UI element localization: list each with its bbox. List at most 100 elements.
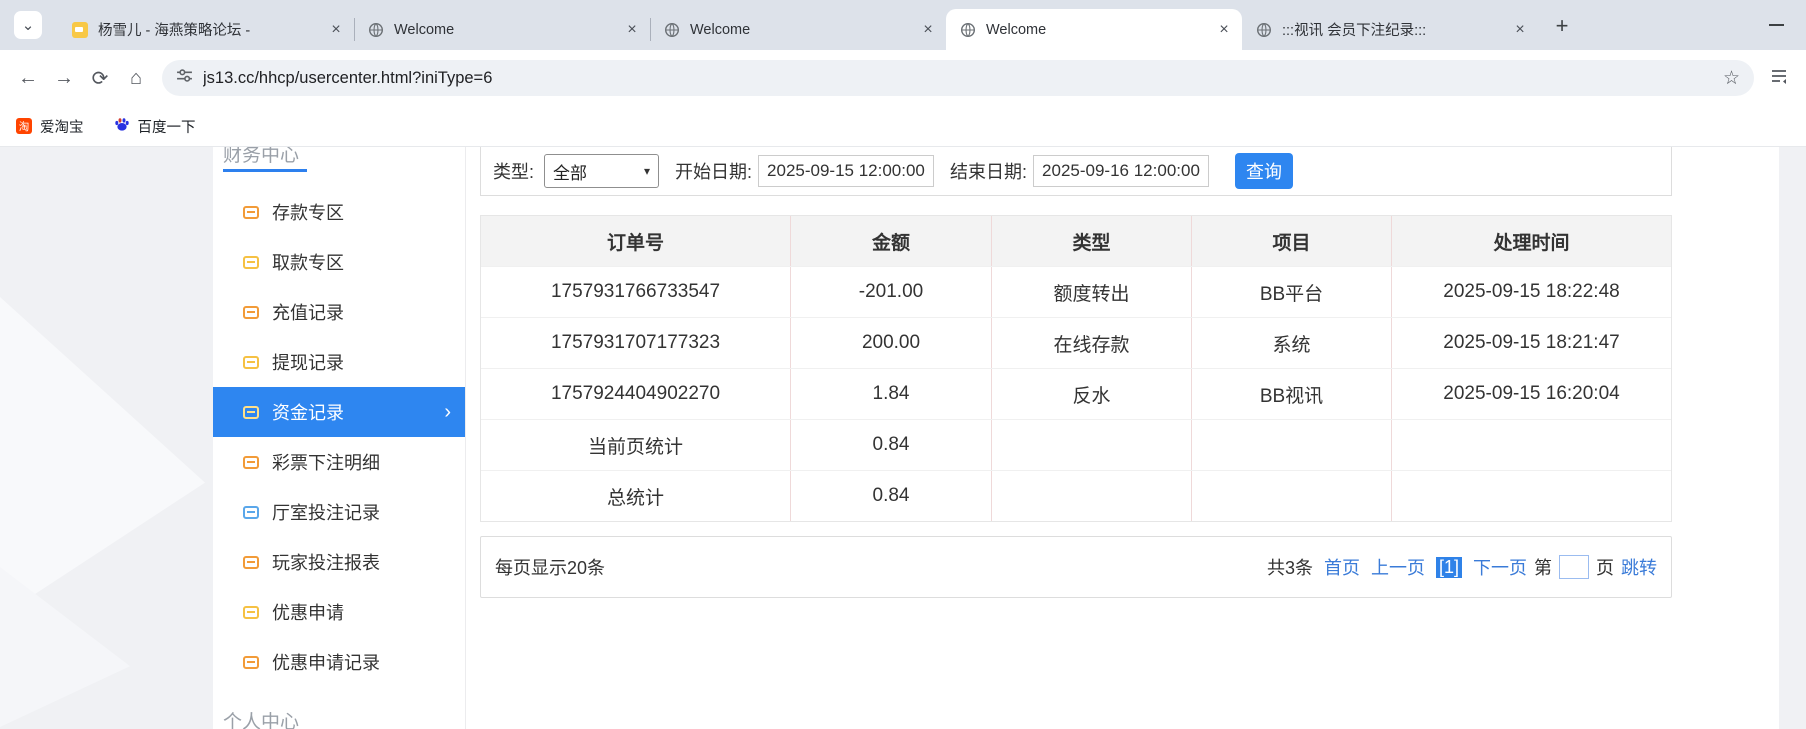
order-id-cell: 1757931707177323 xyxy=(550,332,721,353)
first-page-link[interactable]: 首页 xyxy=(1324,554,1360,580)
forward-button[interactable]: → xyxy=(46,60,82,96)
time-cell xyxy=(1391,420,1671,470)
project-cell xyxy=(1191,420,1391,470)
section-title: 财务中心 xyxy=(223,147,300,166)
sidebar-item-deposit-area[interactable]: 存款专区 xyxy=(213,187,465,237)
browser-tab-video-records[interactable]: :::视讯 会员下注纪录::: × xyxy=(1242,9,1538,50)
end-date-input[interactable] xyxy=(1033,155,1210,187)
bookmark-baidu[interactable]: 百度一下 xyxy=(114,116,196,137)
side-panel-button[interactable] xyxy=(1762,61,1796,95)
type-label: 类型: xyxy=(493,162,535,182)
amount-cell: 200.00 xyxy=(790,318,991,368)
sidebar-section-personal: 个人中心 xyxy=(223,712,300,729)
type-cell: 额度转出 xyxy=(991,267,1191,317)
back-button[interactable]: ← xyxy=(10,60,46,96)
prev-page-link[interactable]: 上一页 xyxy=(1371,554,1425,580)
sidebar-item-label: 提现记录 xyxy=(272,353,344,373)
pagination-controls: 共3条 首页 上一页 [1] 下一页 第 页 跳转 xyxy=(1267,554,1657,580)
globe-icon xyxy=(368,22,384,38)
time-cell: 2025-09-15 18:22:48 xyxy=(1391,267,1671,317)
deposit-icon xyxy=(243,205,259,219)
section-underline xyxy=(223,169,307,172)
bookmark-star-button[interactable]: ☆ xyxy=(1723,67,1740,90)
tab-close-icon[interactable]: × xyxy=(1214,20,1234,40)
project-cell: BB视讯 xyxy=(1191,369,1391,419)
sidebar-item-promo-apply[interactable]: 优惠申请 xyxy=(213,587,465,637)
total-count-text: 共3条 xyxy=(1266,558,1313,578)
taobao-icon: 淘 xyxy=(16,118,32,134)
browser-tab-welcome-active[interactable]: Welcome × xyxy=(946,9,1242,50)
table-row-grand-total: 总统计 0.84 xyxy=(481,470,1671,521)
sidebar-item-funds-record[interactable]: 资金记录 › xyxy=(213,387,465,437)
sidebar-item-player-bet-report[interactable]: 玩家投注报表 xyxy=(213,537,465,587)
sidebar-item-label: 存款专区 xyxy=(272,203,344,223)
search-button[interactable]: 查询 xyxy=(1235,153,1294,189)
plus-icon: + xyxy=(1555,13,1569,38)
sidebar-item-label: 取款专区 xyxy=(272,253,344,273)
browser-tab-welcome-2[interactable]: Welcome × xyxy=(650,9,946,50)
tab-title: 杨雪儿 - 海燕策略论坛 - xyxy=(98,23,251,39)
tab-close-icon[interactable]: × xyxy=(326,20,346,40)
table-row: 1757931707177323 200.00 在线存款 系统 2025-09-… xyxy=(481,317,1671,368)
reload-button[interactable]: ⟳ xyxy=(82,60,118,96)
next-page-link[interactable]: 下一页 xyxy=(1473,554,1527,580)
address-bar[interactable]: js13.cc/hhcp/usercenter.html?iniType=6 ☆ xyxy=(162,60,1754,96)
home-button[interactable]: ⌂ xyxy=(118,60,154,96)
column-header: 项目 xyxy=(1191,216,1391,266)
funds-record-icon xyxy=(243,405,259,419)
browser-toolbar: ← → ⟳ ⌂ js13.cc/hhcp/usercenter.html?ini… xyxy=(0,50,1806,106)
tab-close-icon[interactable]: × xyxy=(622,20,642,40)
tab-close-icon[interactable]: × xyxy=(918,20,938,40)
sidebar-item-withdraw-area[interactable]: 取款专区 xyxy=(213,237,465,287)
globe-icon xyxy=(960,22,976,38)
sidebar-item-lottery-bet-detail[interactable]: 彩票下注明细 xyxy=(213,437,465,487)
tab-strip: ⌄ 杨雪儿 - 海燕策略论坛 - × Welcome × Welcome × W… xyxy=(0,0,1806,50)
sidebar-item-label: 资金记录 xyxy=(272,403,344,423)
end-date-label: 结束日期: xyxy=(950,162,1028,182)
sidebar-item-label: 厅室投注记录 xyxy=(272,503,380,523)
per-page-text: 每页显示20条 xyxy=(495,558,606,578)
sidebar-item-withdrawal-record[interactable]: 提现记录 xyxy=(213,337,465,387)
recharge-record-icon xyxy=(243,305,259,319)
pagination-bar: 每页显示20条 共3条 首页 上一页 [1] 下一页 第 页 跳转 xyxy=(480,536,1672,598)
start-date-input[interactable] xyxy=(758,155,935,187)
tabs-container: 杨雪儿 - 海燕策略论坛 - × Welcome × Welcome × Wel… xyxy=(58,9,1538,50)
sidebar-item-recharge-record[interactable]: 充值记录 xyxy=(213,287,465,337)
jump-suffix-label: 页 xyxy=(1596,558,1614,578)
page-number-input[interactable] xyxy=(1559,555,1589,579)
decorative-triangle xyxy=(0,567,130,727)
table-row-page-total: 当前页统计 0.84 xyxy=(481,419,1671,470)
tab-search-button[interactable]: ⌄ xyxy=(14,11,42,39)
new-tab-button[interactable]: + xyxy=(1548,12,1576,40)
baidu-icon xyxy=(114,116,130,136)
bookmark-label: 百度一下 xyxy=(137,119,196,136)
globe-icon xyxy=(1256,22,1272,38)
tab-close-icon[interactable]: × xyxy=(1510,20,1530,40)
tab-title: Welcome xyxy=(394,21,455,38)
type-cell xyxy=(991,471,1191,521)
sidebar-menu: 存款专区 取款专区 充值记录 提现记录 资金记录 › 彩票下注明细 厅室投注记录… xyxy=(213,187,465,687)
time-cell xyxy=(1391,471,1671,521)
side-panel-icon xyxy=(1769,66,1789,91)
jump-link[interactable]: 跳转 xyxy=(1621,554,1657,580)
window-minimize-button[interactable] xyxy=(1769,24,1784,26)
chevron-right-icon: › xyxy=(444,400,451,423)
bookmark-taobao[interactable]: 淘 爱淘宝 xyxy=(16,116,84,137)
start-date-label: 开始日期: xyxy=(675,162,753,182)
promo-apply-icon xyxy=(243,605,259,619)
decorative-triangle xyxy=(0,297,205,617)
globe-icon xyxy=(664,22,680,38)
withdraw-area-icon xyxy=(243,255,259,269)
type-select[interactable]: 全部 ▾ xyxy=(544,154,660,188)
browser-tab-forum[interactable]: 杨雪儿 - 海燕策略论坛 - × xyxy=(58,9,354,50)
tab-title: :::视讯 会员下注纪录::: xyxy=(1282,23,1427,39)
table-row: 1757924404902270 1.84 反水 BB视讯 2025-09-15… xyxy=(481,368,1671,419)
browser-tab-welcome-1[interactable]: Welcome × xyxy=(354,9,650,50)
reload-icon: ⟳ xyxy=(91,67,109,90)
column-header: 金额 xyxy=(790,216,991,266)
bookmark-label: 爱淘宝 xyxy=(40,119,84,136)
content-card: 财务中心 存款专区 取款专区 充值记录 提现记录 资金记录 › 彩票下注明细 厅… xyxy=(213,147,1779,729)
sidebar-item-room-bet-record[interactable]: 厅室投注记录 xyxy=(213,487,465,537)
page-viewport: 财务中心 存款专区 取款专区 充值记录 提现记录 资金记录 › 彩票下注明细 厅… xyxy=(0,147,1806,729)
sidebar-item-promo-apply-record[interactable]: 优惠申请记录 xyxy=(213,637,465,687)
